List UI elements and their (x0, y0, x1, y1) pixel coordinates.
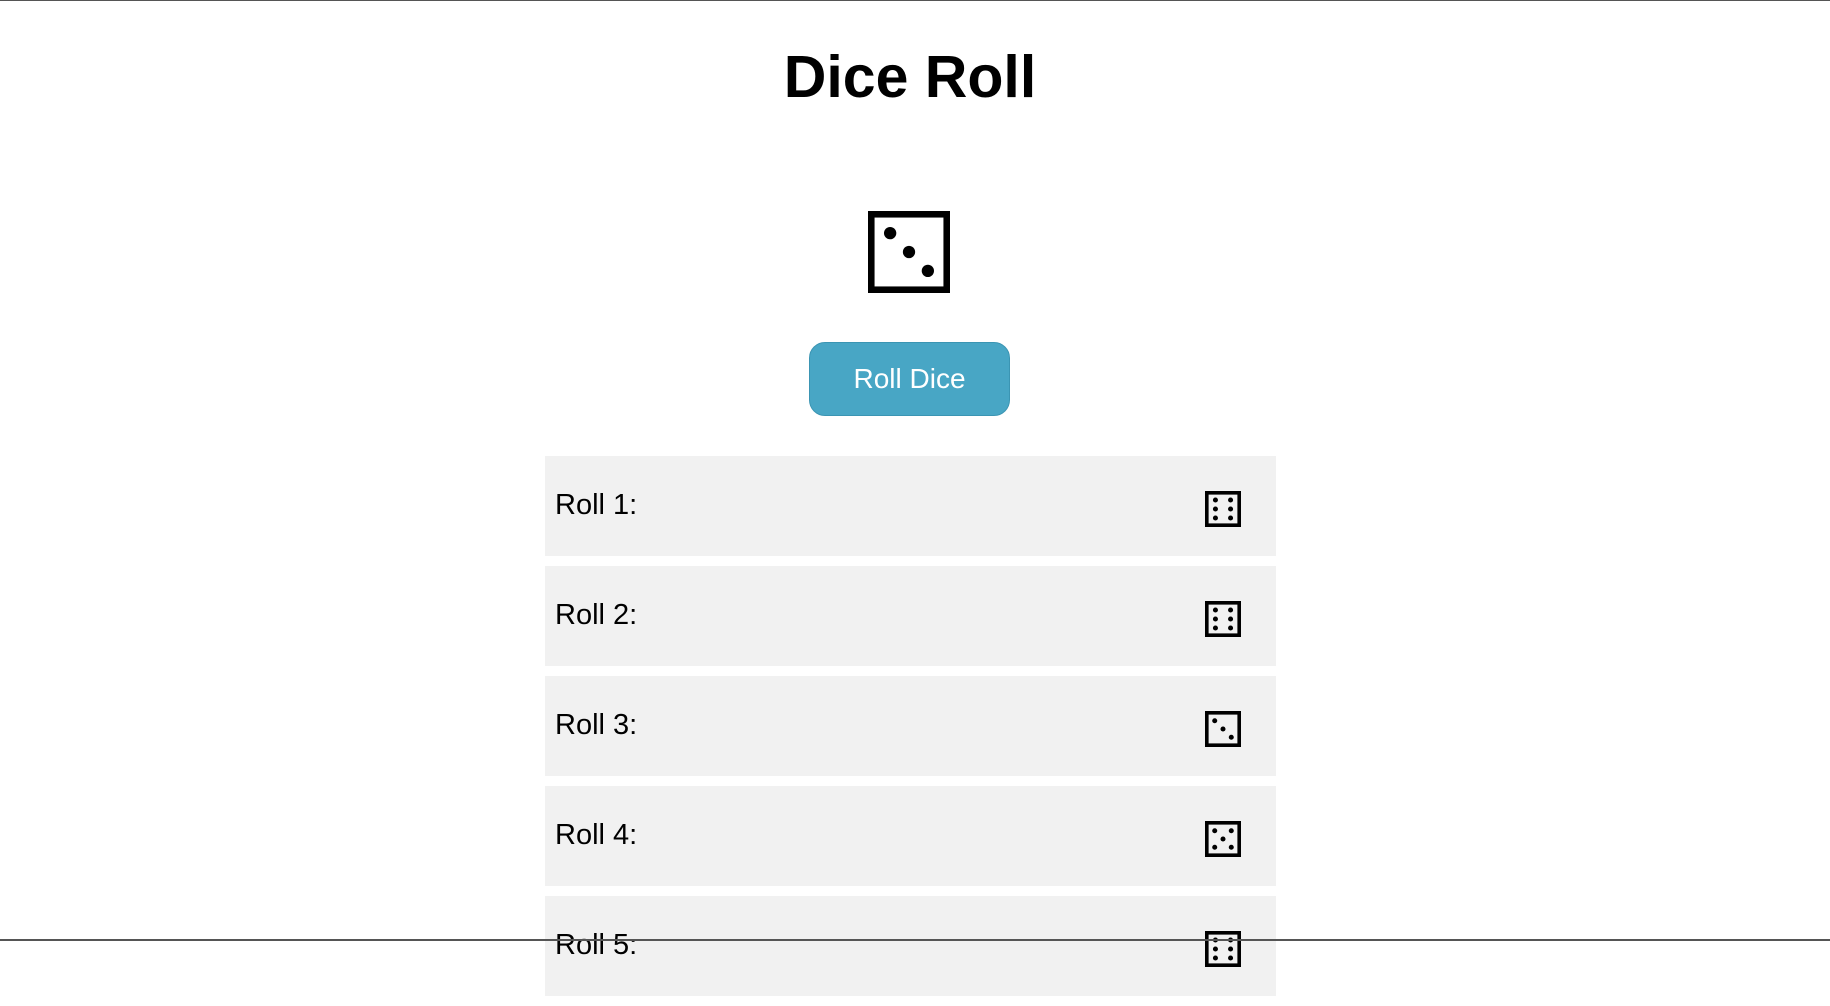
die-pip (1212, 607, 1218, 613)
roll-label: Roll 3: (555, 709, 638, 741)
roll-die-icon (1205, 601, 1241, 637)
die-frame (1205, 601, 1241, 637)
roll-die-icon (1205, 931, 1241, 967)
roll-label: Roll 4: (555, 819, 638, 851)
die-pip (883, 226, 897, 240)
die-pip (1212, 955, 1218, 961)
die-pip (1212, 844, 1218, 850)
die-pip (1228, 515, 1234, 521)
die-pip (1228, 844, 1234, 850)
die-pip (1228, 506, 1234, 512)
top-border (0, 0, 1830, 1)
die-pip (1212, 625, 1218, 631)
die-pip (1212, 515, 1218, 521)
roll-die-icon (1205, 491, 1241, 527)
roll-die-icon (1205, 711, 1241, 747)
die-pip (1220, 726, 1226, 732)
roll-die-icon (1205, 821, 1241, 857)
roll-dice-button[interactable]: Roll Dice (809, 342, 1010, 416)
die-pip (1212, 616, 1218, 622)
die-pip (1228, 497, 1234, 503)
current-die-icon (868, 211, 950, 293)
die-pip (1228, 625, 1234, 631)
roll-label: Roll 1: (555, 489, 638, 521)
die-pip (1212, 718, 1218, 724)
die-pip (902, 245, 916, 259)
roll-label: Roll 5: (555, 929, 638, 961)
roll-history-item: Roll 5: (545, 896, 1276, 996)
die-pip (1212, 497, 1218, 503)
page-title: Dice Roll (783, 44, 1037, 110)
roll-history-item: Roll 3: (545, 676, 1276, 776)
die-pip (1228, 734, 1234, 740)
die-pip (921, 264, 935, 278)
roll-history-item: Roll 2: (545, 566, 1276, 666)
die-pip (1228, 828, 1234, 834)
roll-history-item: Roll 4: (545, 786, 1276, 886)
die-pip (1212, 828, 1218, 834)
die-pip (1212, 506, 1218, 512)
die-pip (1228, 955, 1234, 961)
die-frame (1205, 931, 1241, 967)
roll-history-list: Roll 1: Roll 2: Roll 3: Roll 4: Roll 5: (545, 456, 1276, 1006)
roll-history-item: Roll 1: (545, 456, 1276, 556)
die-pip (1212, 946, 1218, 952)
die-pip (1228, 946, 1234, 952)
die-pip (1228, 607, 1234, 613)
roll-label: Roll 2: (555, 599, 638, 631)
die-pip (1220, 836, 1226, 842)
die-pip (1228, 616, 1234, 622)
die-frame (1205, 491, 1241, 527)
